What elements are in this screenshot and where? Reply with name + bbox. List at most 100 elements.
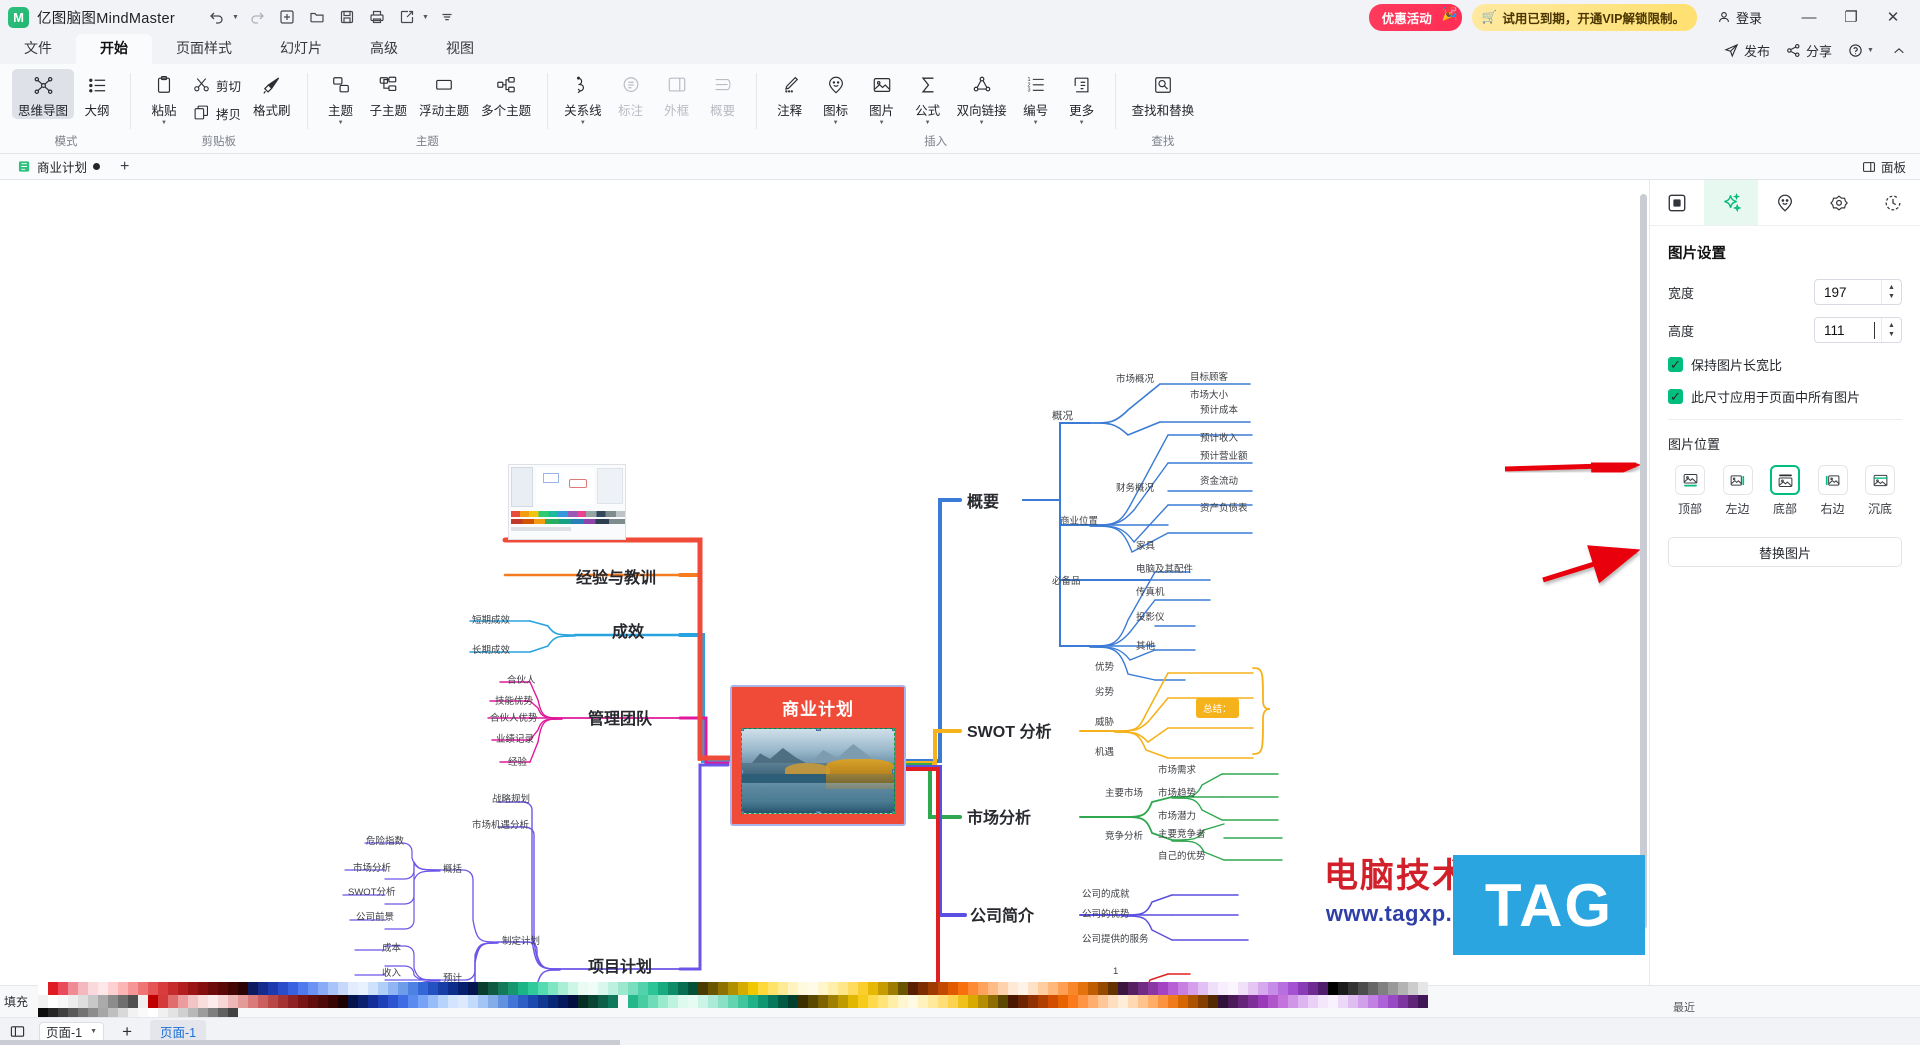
color-swatch[interactable] [538, 982, 548, 995]
color-swatch[interactable] [468, 995, 478, 1008]
color-swatch[interactable] [218, 995, 228, 1008]
color-swatch[interactable] [1408, 982, 1418, 995]
color-swatch[interactable] [198, 995, 208, 1008]
color-swatch[interactable] [338, 982, 348, 995]
color-swatch[interactable] [788, 982, 798, 995]
color-swatch[interactable] [848, 982, 858, 995]
color-swatch[interactable] [528, 982, 538, 995]
node-company-services[interactable]: 公司提供的服务 [1082, 931, 1149, 945]
color-swatch[interactable] [98, 995, 108, 1008]
node-income[interactable]: 收入 [382, 965, 401, 979]
color-swatch[interactable] [708, 995, 718, 1008]
color-swatch[interactable] [78, 995, 88, 1008]
copy-button[interactable]: 拷贝 [187, 98, 247, 126]
color-swatch[interactable] [368, 995, 378, 1008]
node-short-term[interactable]: 短期成效 [472, 612, 510, 626]
color-swatch[interactable] [998, 995, 1008, 1008]
color-swatch[interactable] [298, 995, 308, 1008]
color-swatch[interactable] [1358, 982, 1368, 995]
color-swatch[interactable] [1418, 982, 1428, 995]
thumbnail-node-image[interactable] [508, 464, 626, 540]
color-swatch[interactable] [1298, 982, 1308, 995]
color-swatch[interactable] [1198, 995, 1208, 1008]
style-tab[interactable] [1650, 180, 1704, 225]
image-handle[interactable] [892, 729, 894, 731]
color-swatch[interactable] [878, 995, 888, 1008]
color-swatch[interactable] [118, 995, 128, 1008]
width-up-icon[interactable]: ▲ [1888, 284, 1895, 291]
color-swatch[interactable] [668, 982, 678, 995]
color-swatch[interactable] [1358, 995, 1368, 1008]
color-swatch[interactable] [458, 982, 468, 995]
color-swatch[interactable] [1328, 982, 1338, 995]
color-swatch[interactable] [448, 995, 458, 1008]
color-swatch[interactable] [1128, 982, 1138, 995]
color-swatch[interactable] [268, 982, 278, 995]
color-swatch[interactable] [758, 995, 768, 1008]
node-general[interactable]: 概括 [443, 861, 462, 875]
color-swatch[interactable] [748, 995, 758, 1008]
color-swatch[interactable] [678, 995, 688, 1008]
color-swatch[interactable] [438, 982, 448, 995]
node-market-potential[interactable]: 市场潜力 [1158, 808, 1196, 822]
node-cost[interactable]: 成本 [382, 940, 401, 954]
height-up-icon[interactable]: ▲ [1888, 322, 1895, 329]
color-swatch[interactable] [1278, 995, 1288, 1008]
color-swatch[interactable] [628, 982, 638, 995]
node-computers[interactable]: 电脑及其配件 [1136, 561, 1193, 575]
color-swatch[interactable] [1208, 982, 1218, 995]
promo-badge[interactable]: 优惠活动 🎉 [1368, 3, 1462, 31]
color-swatch[interactable] [818, 982, 828, 995]
color-swatch[interactable] [1018, 982, 1028, 995]
node-estimated-cost[interactable]: 预计成本 [1200, 402, 1238, 416]
node-lessons[interactable]: 经验与教训 [576, 564, 656, 588]
color-swatch[interactable] [568, 982, 578, 995]
node-cash-flow[interactable]: 资金流动 [1200, 473, 1238, 487]
color-swatch[interactable] [1288, 982, 1298, 995]
color-swatch[interactable] [508, 995, 518, 1008]
document-tab[interactable]: 商业计划 [8, 154, 110, 179]
comment-button[interactable]: 注释 [767, 69, 813, 119]
color-swatch[interactable] [1218, 982, 1228, 995]
color-swatch[interactable] [578, 995, 588, 1008]
color-swatch[interactable] [418, 982, 428, 995]
apply-all-row[interactable]: ✓ 此尺寸应用于页面中所有图片 [1668, 387, 1902, 406]
color-swatch[interactable] [218, 982, 228, 995]
color-swatch[interactable] [668, 995, 678, 1008]
image-handle[interactable] [742, 769, 744, 774]
image-handle[interactable] [742, 729, 744, 731]
panel-toggle-button[interactable]: 面板 [1862, 157, 1920, 176]
color-swatch[interactable] [1178, 982, 1188, 995]
color-swatch[interactable] [298, 982, 308, 995]
floating-topic-button[interactable]: 浮动主题 [413, 69, 475, 119]
color-swatch[interactable] [748, 982, 758, 995]
color-swatch[interactable] [228, 982, 238, 995]
color-swatches[interactable] [38, 982, 1428, 1021]
color-swatch[interactable] [1308, 995, 1318, 1008]
color-swatch[interactable] [898, 995, 908, 1008]
callout-button[interactable]: 标注 [608, 69, 654, 119]
node-main-market[interactable]: 主要市场 [1105, 785, 1143, 799]
color-swatch[interactable] [78, 982, 88, 995]
color-swatch[interactable] [238, 995, 248, 1008]
color-swatch[interactable] [328, 982, 338, 995]
color-swatch[interactable] [158, 995, 168, 1008]
color-swatch[interactable] [1388, 995, 1398, 1008]
color-swatch[interactable] [738, 995, 748, 1008]
color-swatch[interactable] [528, 995, 538, 1008]
color-swatch[interactable] [318, 995, 328, 1008]
color-swatch[interactable] [428, 982, 438, 995]
color-swatch[interactable] [128, 995, 138, 1008]
mindmap-canvas[interactable]: 商业计划 概要 SWOT 分析 市场分析 公司简介 概况 市场概况 财务概况 目… [0, 180, 1649, 985]
color-swatch[interactable] [418, 995, 428, 1008]
color-swatch[interactable] [848, 995, 858, 1008]
color-swatch[interactable] [618, 982, 628, 995]
color-swatch[interactable] [278, 995, 288, 1008]
color-swatch[interactable] [508, 982, 518, 995]
node-opportunity[interactable]: 机遇 [1095, 744, 1114, 758]
color-swatch[interactable] [118, 982, 128, 995]
node-estimated-revenue[interactable]: 预计营业额 [1200, 448, 1248, 462]
node-market-size[interactable]: 市场大小 [1190, 387, 1228, 401]
color-swatch[interactable] [148, 982, 158, 995]
node-fax[interactable]: 传真机 [1136, 584, 1165, 598]
